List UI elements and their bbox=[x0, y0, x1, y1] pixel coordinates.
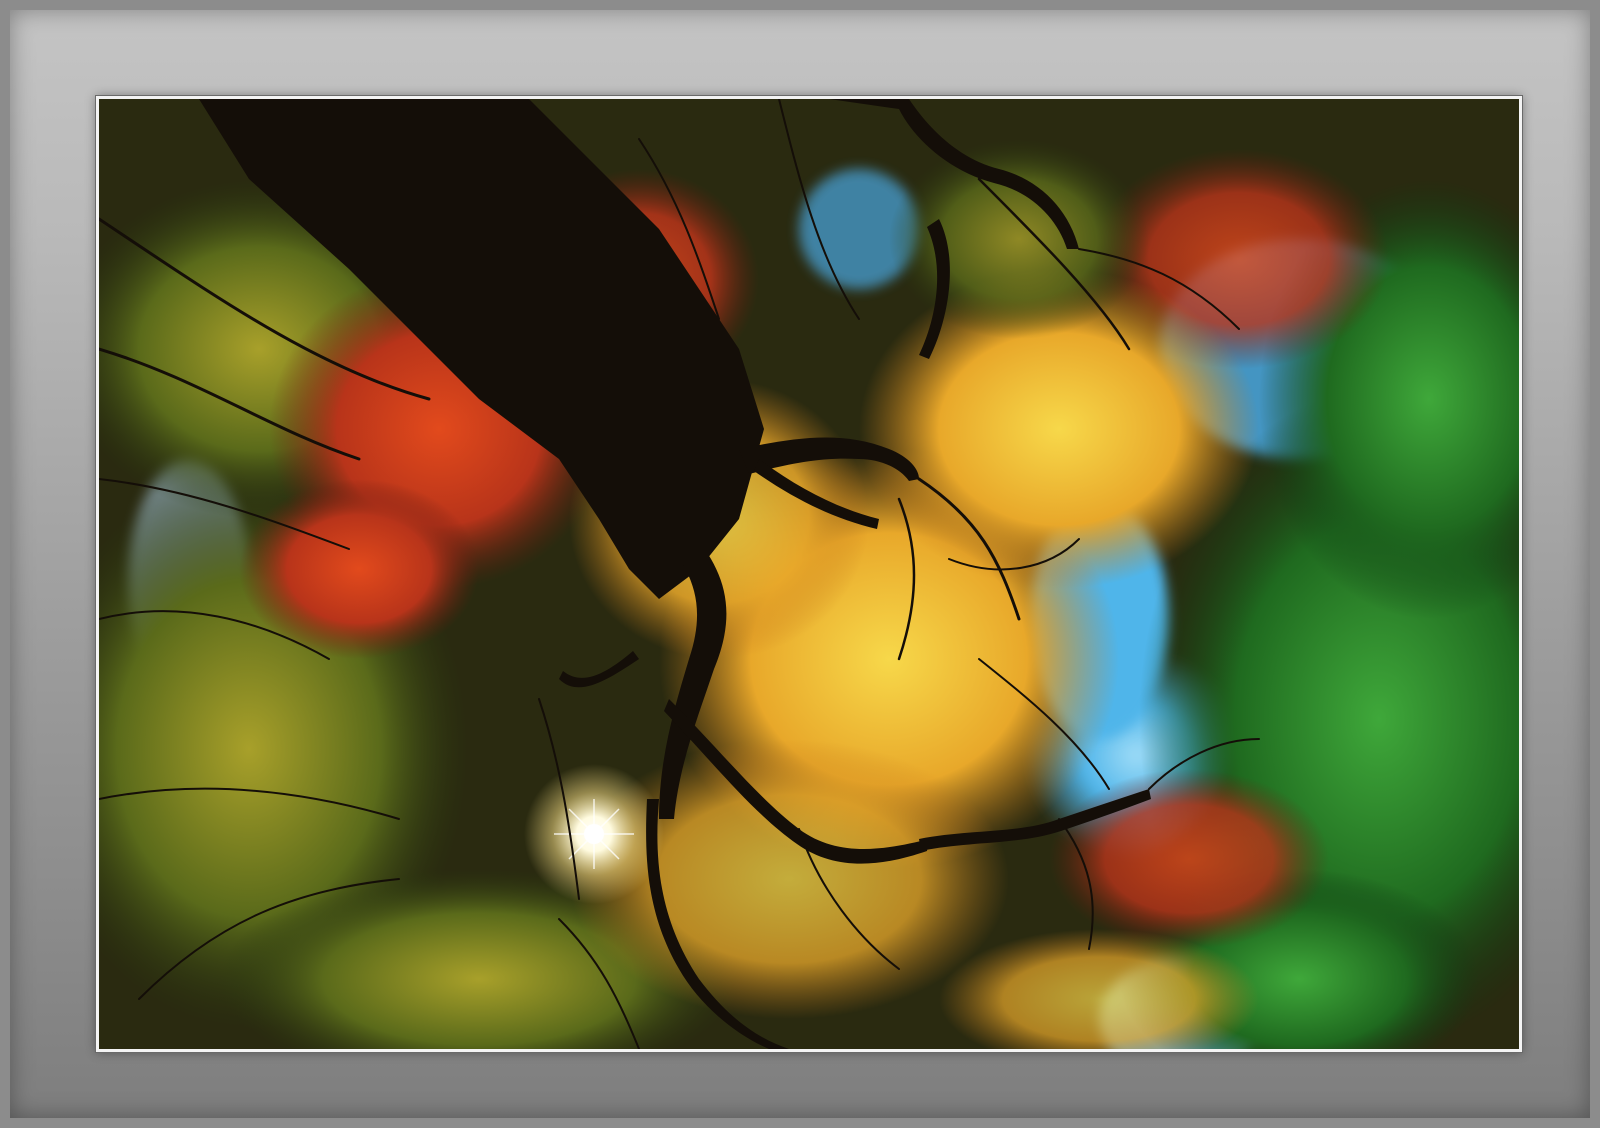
photo-mat bbox=[96, 96, 1522, 1052]
picture-frame bbox=[0, 0, 1600, 1128]
canopy-photo bbox=[99, 99, 1519, 1049]
